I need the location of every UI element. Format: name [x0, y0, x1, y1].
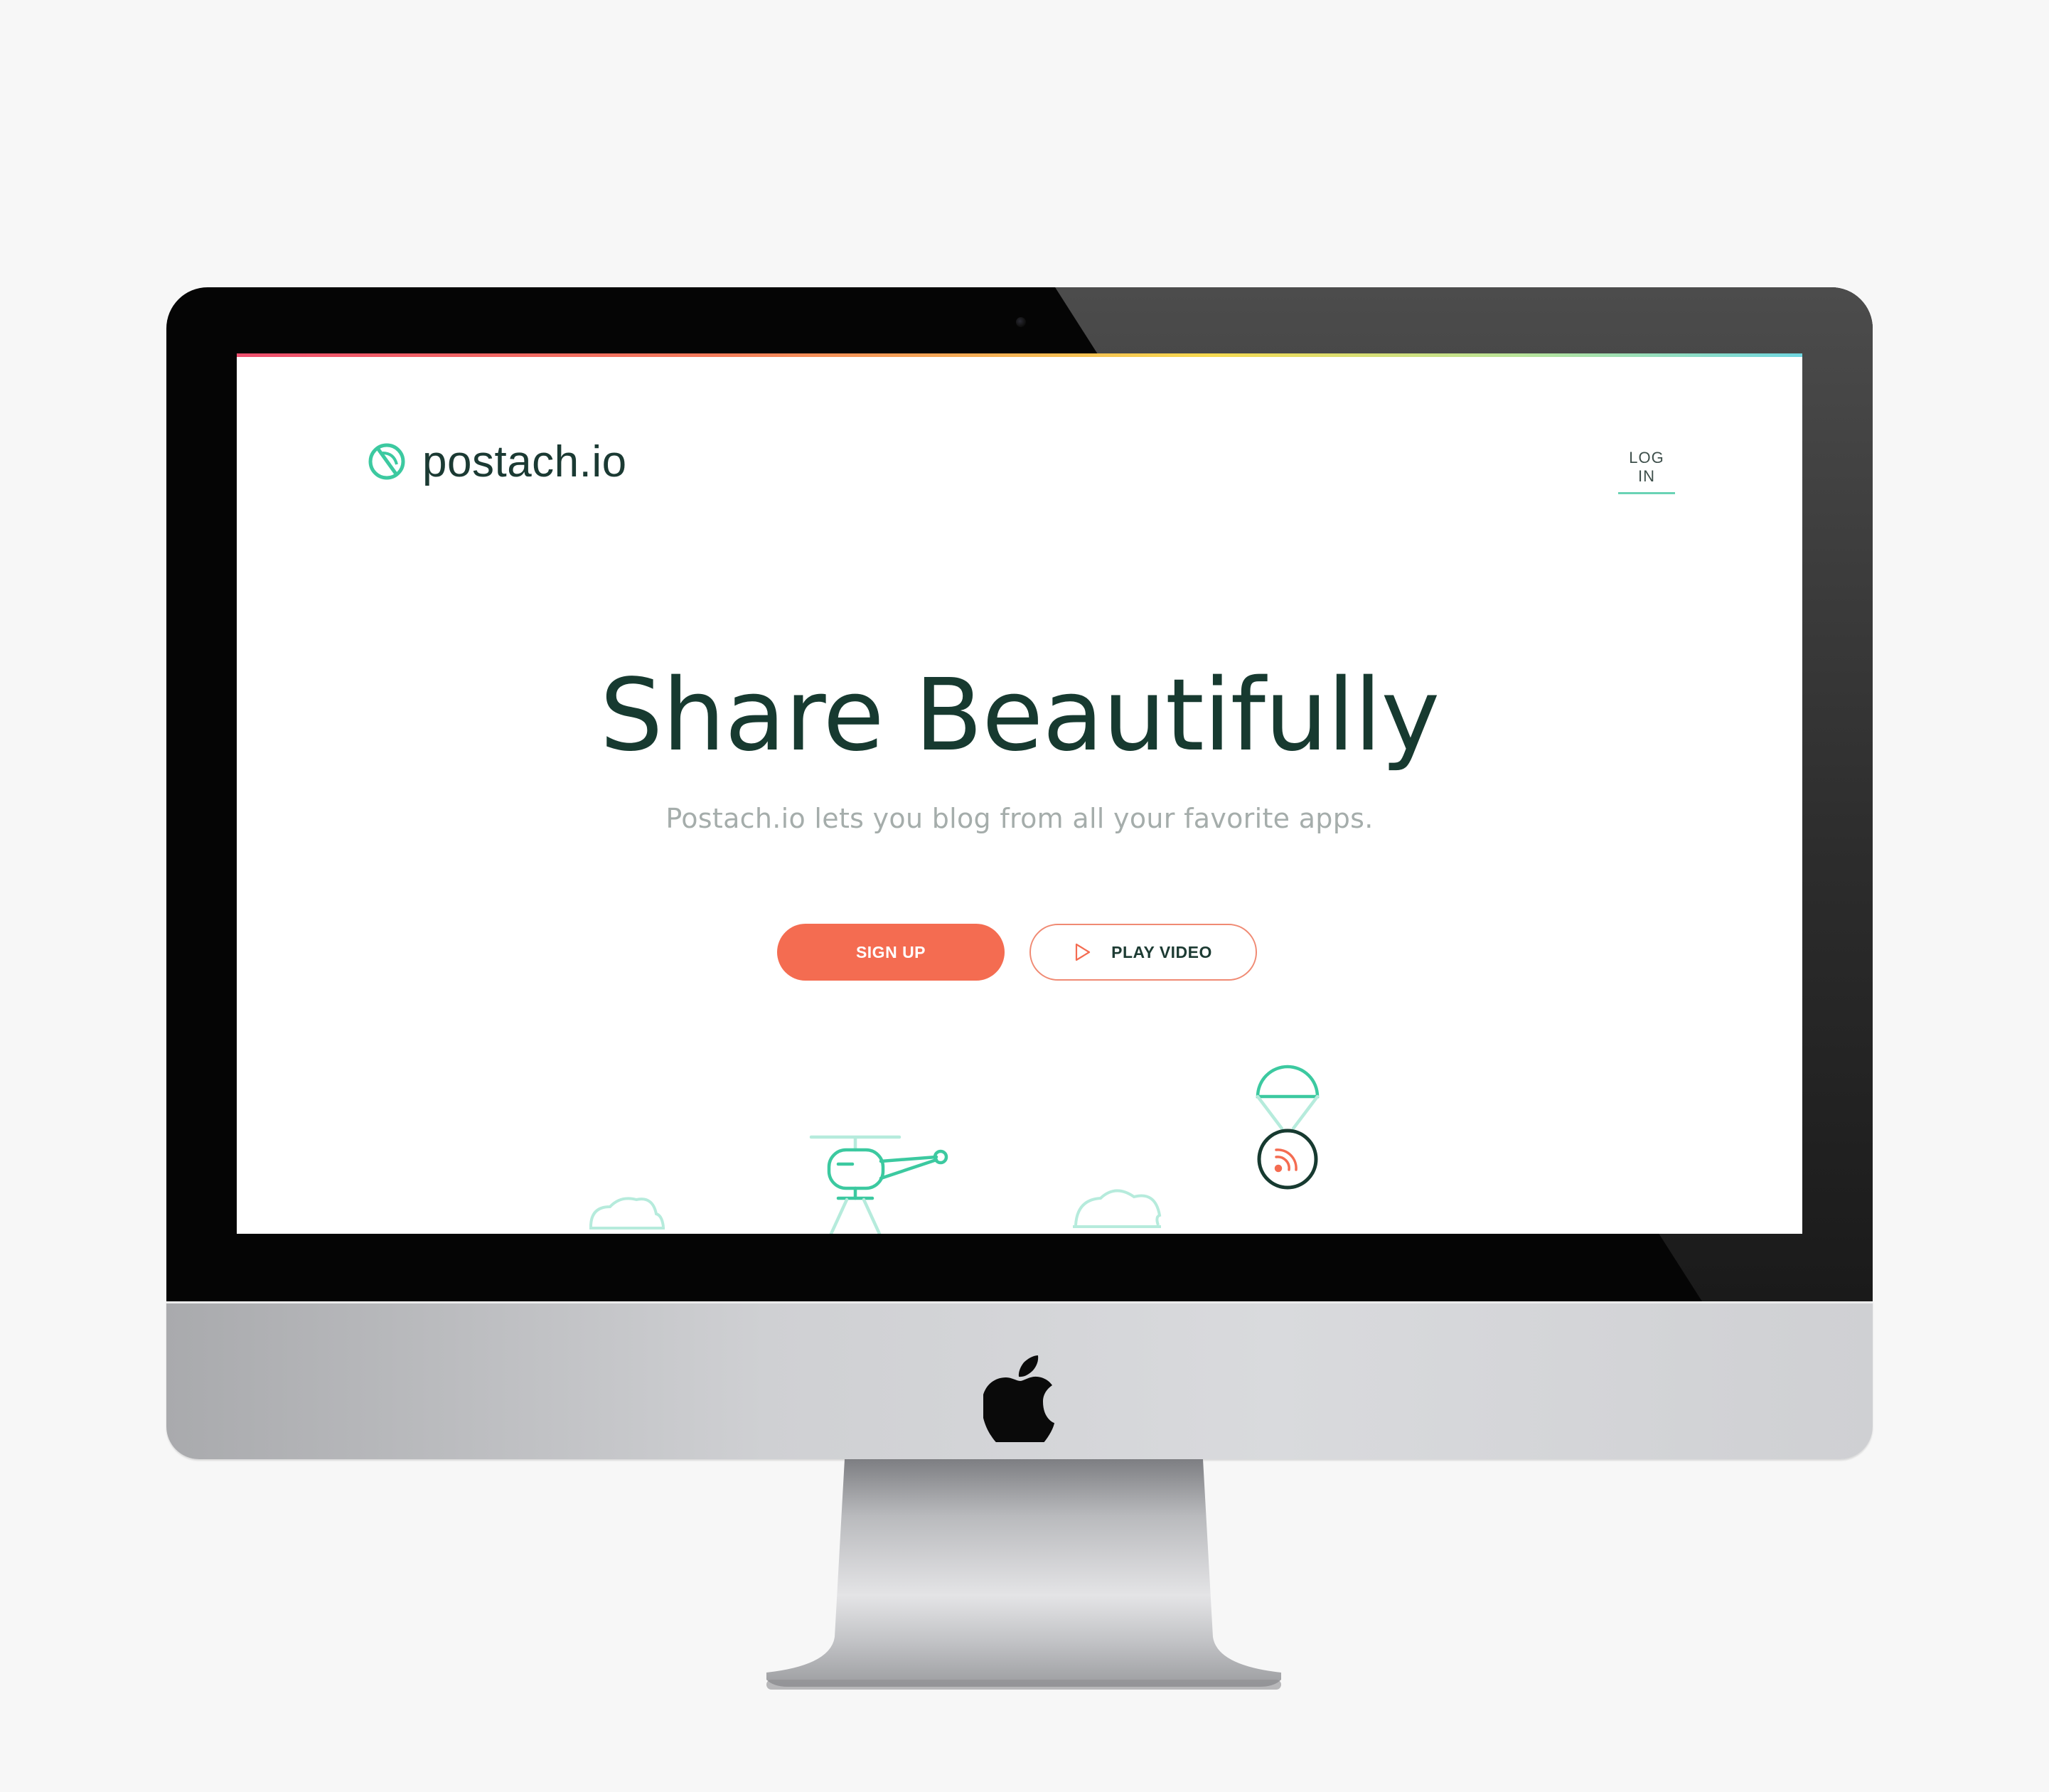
- helicopter-icon: [809, 1135, 948, 1234]
- cloud-icon: [589, 1197, 665, 1230]
- rainbow-top-bar: [237, 353, 1802, 357]
- monitor-chin: [166, 1301, 1873, 1459]
- cloud-icon: [1073, 1189, 1162, 1228]
- monitor-stand: [766, 1459, 1281, 1690]
- leaf-logo-icon: [368, 443, 405, 480]
- brand-logo[interactable]: postach.io: [367, 433, 627, 490]
- rss-icon: [1274, 1148, 1298, 1173]
- apple-logo-icon: [983, 1355, 1054, 1442]
- signup-button[interactable]: SIGN UP: [777, 924, 1005, 981]
- camera-icon: [1016, 317, 1026, 327]
- hero-subtitle: Postach.io lets you blog from all your f…: [665, 803, 1374, 834]
- play-icon: [1076, 943, 1091, 961]
- play-video-button[interactable]: PLAY VIDEO: [1029, 924, 1257, 981]
- hero-title: Share Beautifully: [599, 658, 1440, 774]
- parachute-icon: [1256, 1065, 1320, 1190]
- play-video-label: PLAY VIDEO: [1111, 942, 1212, 961]
- login-link[interactable]: LOG IN: [1618, 449, 1675, 494]
- brand-name: postach.io: [422, 437, 627, 486]
- browser-viewport: postach.io LOG IN Share Beautifully Post…: [237, 353, 1802, 1234]
